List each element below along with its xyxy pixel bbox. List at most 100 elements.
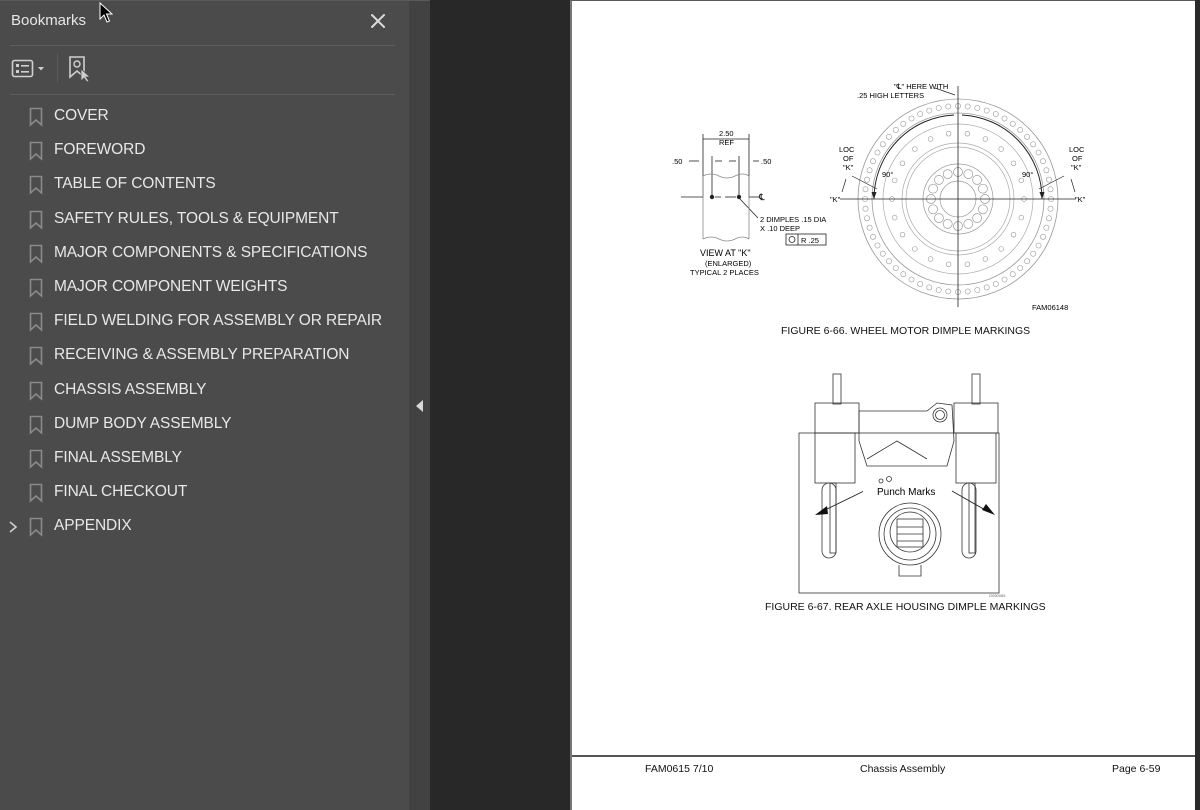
drawing-id: FAM06148 — [1032, 303, 1068, 312]
bookmark-label: SAFETY RULES, TOOLS & EQUIPMENT — [54, 209, 339, 227]
bolt-hole — [886, 133, 892, 140]
bolt-hole — [974, 287, 981, 293]
bookmark-item-cover[interactable]: COVER — [0, 100, 409, 134]
bolt-hole — [945, 130, 952, 137]
bolt-hole — [1017, 265, 1024, 271]
bookmark-label: COVER — [54, 107, 109, 124]
pdf-page: 2.50 REF .50 .50 ℄ 2 DIMPLES .15 DIA X .… — [570, 0, 1197, 810]
panel-collapse-handle[interactable] — [409, 0, 430, 810]
bolt-hole — [927, 136, 934, 142]
bookmark-label: RECEIVING & ASSEMBLY PREPARATION — [54, 346, 350, 364]
bolt-hole — [964, 261, 971, 268]
drawing-id: G050085 — [989, 593, 1006, 598]
bolt-hole — [1009, 120, 1016, 127]
figure-caption: FIGURE 6-67. REAR AXLE HOUSING DIMPLE MA… — [765, 601, 1046, 613]
loc-label: "K" — [1071, 163, 1082, 172]
bookmark-icon — [29, 278, 43, 298]
angle-label: 90° — [1022, 170, 1033, 179]
bolt-hole — [998, 146, 1004, 152]
bolt-hole — [945, 261, 952, 268]
divider — [10, 45, 395, 46]
dim-label: .50 — [761, 157, 771, 166]
bookmark-item-chassis-assembly[interactable]: CHASSIS ASSEMBLY — [0, 374, 409, 408]
bookmark-item-component-weights[interactable]: MAJOR COMPONENT WEIGHTS — [0, 271, 409, 305]
hub-bolt-hole — [928, 183, 938, 194]
bolt-hole — [974, 105, 981, 111]
bolt-hole — [1010, 160, 1017, 166]
bookmark-item-receiving[interactable]: RECEIVING & ASSEMBLY PREPARATION — [0, 339, 409, 373]
bolt-hole — [945, 103, 952, 110]
close-icon[interactable] — [368, 11, 388, 31]
bolt-hole — [1040, 233, 1046, 240]
bolt-hole — [900, 271, 907, 278]
loc-label: OF — [1072, 154, 1083, 163]
bookmark-icon — [29, 141, 43, 161]
hub-bolt-hole — [978, 183, 988, 194]
bookmark-item-major-components[interactable]: MAJOR COMPONENTS & SPECIFICATIONS — [0, 237, 409, 271]
tolerance-text: R .25 — [801, 236, 819, 245]
bookmark-icon — [29, 415, 43, 435]
bolt-hole — [892, 127, 899, 133]
footer-page-number: Page 6-59 — [1112, 763, 1161, 775]
bookmark-item-safety-rules[interactable]: SAFETY RULES, TOOLS & EQUIPMENT — [0, 203, 409, 237]
bolt-hole — [864, 176, 870, 183]
bolt-hole — [1043, 224, 1050, 231]
bolt-hole — [1009, 271, 1016, 278]
bookmark-item-appendix[interactable]: APPENDIX — [0, 510, 409, 544]
dim-label: 2.50 — [719, 129, 734, 138]
bolt-hole — [964, 288, 971, 295]
bolt-hole — [874, 149, 881, 156]
bookmark-item-dump-body[interactable]: DUMP BODY ASSEMBLY — [0, 408, 409, 442]
bookmark-icon — [29, 449, 43, 469]
bookmark-item-field-welding[interactable]: FIELD WELDING FOR ASSEMBLY OR REPAIR — [0, 305, 409, 339]
bookmark-item-table-of-contents[interactable]: TABLE OF CONTENTS — [0, 168, 409, 202]
bookmark-label: FIELD WELDING FOR ASSEMBLY OR REPAIR — [54, 312, 383, 330]
bolt-hole — [862, 205, 869, 212]
hub-bolt-hole — [942, 169, 953, 179]
bolt-hole — [982, 136, 989, 142]
loc-label: OF — [843, 154, 854, 163]
footer-section: Chassis Assembly — [860, 763, 946, 775]
bookmark-label: DUMP BODY ASSEMBLY — [54, 414, 232, 432]
bookmark-icon — [29, 312, 43, 332]
k-label: "K" — [830, 195, 841, 204]
hub-bolt-hole — [928, 204, 938, 215]
bolt-hole — [1046, 215, 1052, 222]
bolt-hole — [862, 186, 869, 193]
angle-label: 90° — [882, 170, 893, 179]
bolt-hole — [879, 250, 886, 257]
bookmark-icon — [29, 107, 43, 127]
footer-divider — [572, 755, 1197, 757]
bolt-hole — [935, 105, 942, 111]
bookmark-icon — [29, 346, 43, 367]
dim-label: .50 — [672, 157, 682, 166]
bookmark-item-final-assembly[interactable]: FINAL ASSEMBLY — [0, 442, 409, 476]
bolt-hole — [866, 224, 873, 231]
bolt-hole — [1046, 176, 1052, 183]
bookmark-label: CHASSIS ASSEMBLY — [54, 380, 207, 398]
list-options-icon — [11, 59, 44, 78]
bolt-hole — [1040, 158, 1046, 165]
bolt-hole — [983, 107, 990, 114]
chevron-right-icon[interactable] — [7, 519, 19, 533]
bookmark-item-foreword[interactable]: FOREWORD — [0, 134, 409, 168]
bolt-hole — [945, 288, 952, 295]
loc-label: LOC — [839, 145, 855, 154]
callout-label: Punch Marks — [877, 487, 935, 498]
note-text: 2 DIMPLES .15 DIA — [760, 215, 826, 224]
figure-rear-axle-drawing: Punch Marks G050085 — [798, 373, 1006, 598]
note-text: .25 HIGH LETTERS — [857, 91, 924, 100]
bolt-hole — [926, 107, 933, 114]
k-label: "K" — [1075, 195, 1086, 204]
new-bookmark-button[interactable] — [67, 55, 93, 83]
bookmark-label: MAJOR COMPONENT WEIGHTS — [54, 277, 288, 295]
figure-caption: FIGURE 6-66. WHEEL MOTOR DIMPLE MARKINGS — [781, 325, 1031, 337]
bolt-hole — [917, 111, 924, 117]
note-text: "℄" HERE WITH — [894, 82, 948, 91]
bolt-hole — [1024, 258, 1030, 265]
bolt-hole — [1047, 186, 1054, 193]
bolt-hole — [886, 258, 892, 265]
options-menu-button[interactable] — [11, 57, 49, 81]
bookmark-item-final-checkout[interactable]: FINAL CHECKOUT — [0, 476, 409, 510]
bookmark-icon — [29, 244, 43, 264]
